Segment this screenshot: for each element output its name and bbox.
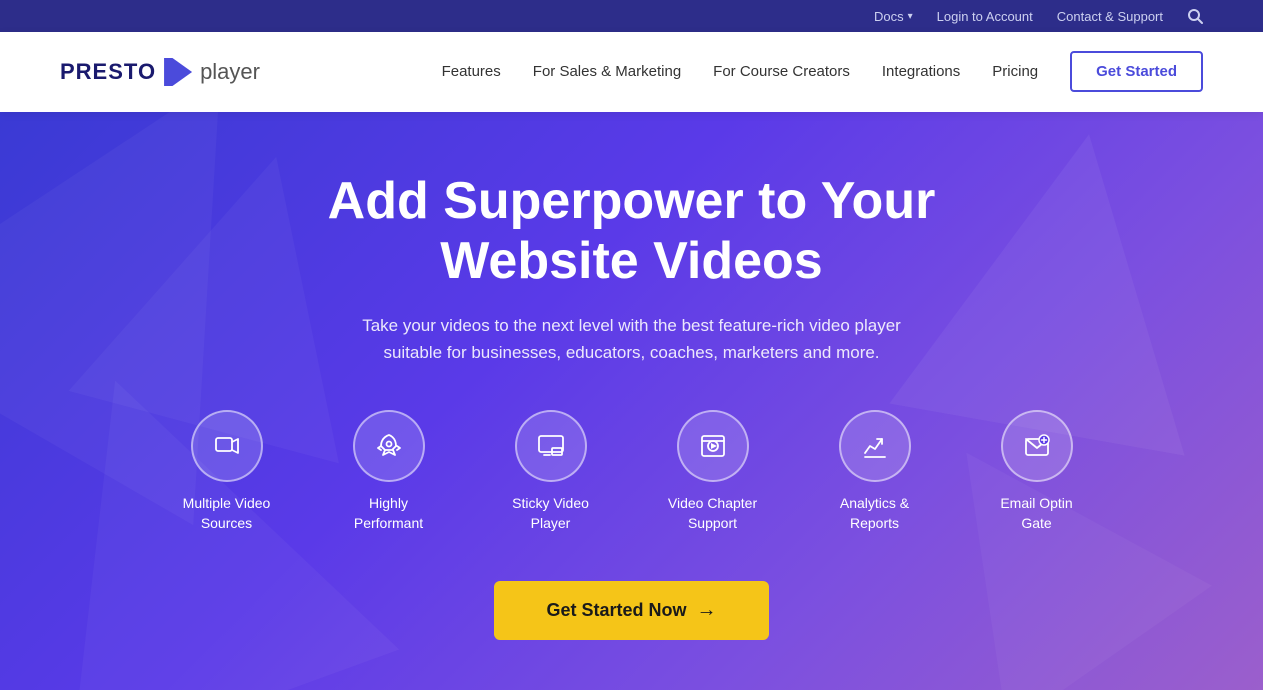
feature-highly-performant-label: HighlyPerformant <box>354 494 423 533</box>
highly-performant-icon-circle <box>353 410 425 482</box>
feature-highly-performant: HighlyPerformant <box>334 410 444 533</box>
feature-sticky-video: Sticky VideoPlayer <box>496 410 606 533</box>
features-row: Multiple VideoSources HighlyPerformant <box>172 410 1092 533</box>
feature-video-chapter-label: Video ChapterSupport <box>668 494 757 533</box>
logo-icon <box>164 58 192 86</box>
nav-links: Features For Sales & Marketing For Cours… <box>442 63 1203 81</box>
email-icon <box>1022 431 1052 461</box>
analytics-icon <box>860 431 890 461</box>
analytics-icon-circle <box>839 410 911 482</box>
search-button[interactable] <box>1187 8 1203 24</box>
video-sources-icon <box>212 431 242 461</box>
top-bar: Docs ▾ Login to Account Contact & Suppor… <box>0 0 1263 32</box>
search-icon <box>1187 8 1203 24</box>
nav-sales-marketing[interactable]: For Sales & Marketing <box>533 63 681 80</box>
hero-section: Add Superpower to Your Website Videos Ta… <box>0 112 1263 690</box>
logo-presto-text: PRESTO <box>60 59 156 85</box>
sticky-video-icon-circle <box>515 410 587 482</box>
logo-player-text: player <box>200 59 260 85</box>
bg-shape-2 <box>889 112 1237 456</box>
chapter-icon <box>698 431 728 461</box>
nav-integrations[interactable]: Integrations <box>882 63 960 80</box>
feature-video-chapter: Video ChapterSupport <box>658 410 768 533</box>
cta-arrow-icon: → <box>697 599 717 622</box>
hero-title: Add Superpower to Your Website Videos <box>328 172 936 292</box>
cta-label: Get Started Now <box>546 600 686 621</box>
login-link[interactable]: Login to Account <box>937 9 1033 24</box>
feature-email-optin: Email OptinGate <box>982 410 1092 533</box>
docs-link[interactable]: Docs ▾ <box>874 9 913 24</box>
nav-features[interactable]: Features <box>442 63 501 80</box>
email-optin-icon-circle <box>1001 410 1073 482</box>
support-link[interactable]: Contact & Support <box>1057 9 1163 24</box>
feature-multiple-video-label: Multiple VideoSources <box>183 494 271 533</box>
feature-analytics: Analytics &Reports <box>820 410 930 533</box>
main-nav: PRESTO player Features For Sales & Marke… <box>0 32 1263 112</box>
nav-get-started-button[interactable]: Get Started <box>1070 51 1203 92</box>
feature-analytics-label: Analytics &Reports <box>840 494 909 533</box>
feature-email-optin-label: Email OptinGate <box>1000 494 1072 533</box>
hero-subtitle: Take your videos to the next level with … <box>352 312 912 366</box>
nav-pricing[interactable]: Pricing <box>992 63 1038 80</box>
feature-sticky-video-label: Sticky VideoPlayer <box>512 494 589 533</box>
sticky-player-icon <box>536 431 566 461</box>
logo[interactable]: PRESTO player <box>60 58 260 86</box>
feature-multiple-video: Multiple VideoSources <box>172 410 282 533</box>
rocket-icon <box>374 431 404 461</box>
multiple-video-icon-circle <box>191 410 263 482</box>
video-chapter-icon-circle <box>677 410 749 482</box>
docs-label: Docs <box>874 9 904 24</box>
get-started-now-button[interactable]: Get Started Now → <box>494 581 768 640</box>
chevron-down-icon: ▾ <box>908 11 913 22</box>
nav-course-creators[interactable]: For Course Creators <box>713 63 850 80</box>
